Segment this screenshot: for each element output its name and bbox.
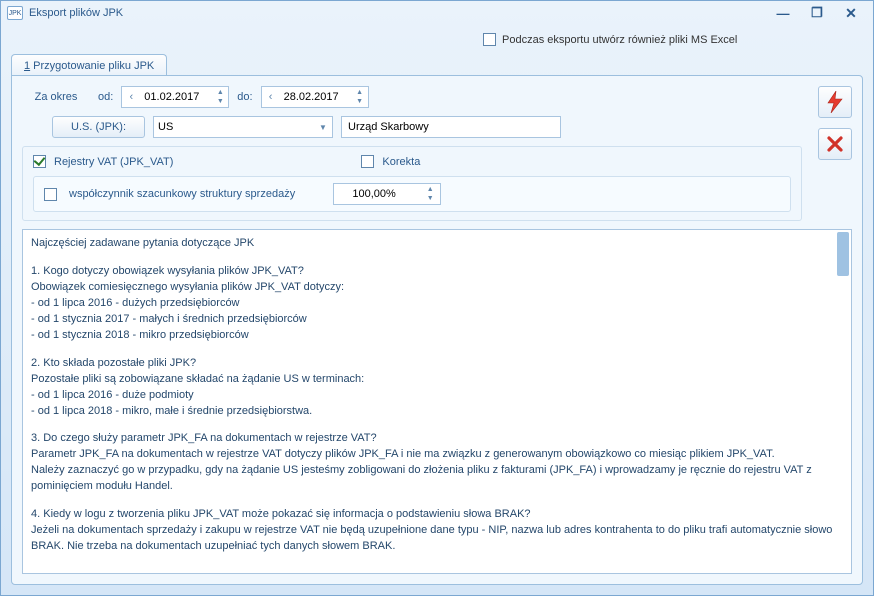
faq-q2-l2: - od 1 lipca 2016 - duże podmioty [31, 388, 843, 404]
app-window: JPK Eksport plików JPK — ❐ ✕ Podczas eks… [0, 0, 874, 596]
ratio-down[interactable]: ▼ [424, 194, 436, 203]
date-to-value: 28.02.2017 [284, 91, 339, 103]
date-from-down[interactable]: ▼ [214, 97, 226, 106]
us-name-field[interactable]: Urząd Skarbowy [341, 116, 561, 138]
date-from-up[interactable]: ▲ [214, 88, 226, 97]
vat-register-checkbox[interactable] [33, 155, 46, 168]
us-select-button[interactable]: U.S. (JPK): [52, 116, 145, 138]
ratio-value: 100,00% [352, 188, 395, 200]
us-code-value: US [158, 121, 173, 133]
faq-q1-l2: - od 1 lipca 2016 - dużych przedsiębiorc… [31, 296, 843, 312]
faq-q3-l1: Parametr JPK_FA na dokumentach w rejestr… [31, 447, 843, 463]
correction-checkbox[interactable] [361, 155, 374, 168]
ratio-label: współczynnik szacunkowy struktury sprzed… [69, 188, 295, 200]
minimize-button[interactable]: — [773, 5, 793, 21]
close-button[interactable]: ✕ [841, 5, 861, 21]
ratio-up[interactable]: ▲ [424, 185, 436, 194]
faq-q2-title: 2. Kto składa pozostałe pliki JPK? [31, 356, 843, 372]
registers-group: Rejestry VAT (JPK_VAT) Korekta współczyn… [22, 146, 802, 221]
faq-q3-title: 3. Do czego służy parametr JPK_FA na dok… [31, 431, 843, 447]
x-icon [826, 135, 844, 153]
ratio-input[interactable]: 100,00% ▲ ▼ [333, 183, 441, 205]
run-button[interactable] [818, 86, 852, 118]
date-to-picker-icon[interactable]: ‹ [264, 90, 278, 104]
scrollbar-thumb[interactable] [837, 232, 849, 276]
faq-q4-title: 4. Kiedy w logu z tworzenia pliku JPK_VA… [31, 507, 843, 523]
faq-q3-l2: Należy zaznaczyć go w przypadku, gdy na … [31, 463, 843, 495]
period-label: Za okres [22, 91, 90, 103]
date-to-up[interactable]: ▲ [354, 88, 366, 97]
tab-panel: Za okres od: ‹ 01.02.2017 ▲ ▼ do: [11, 75, 863, 585]
faq-q1-title: 1. Kogo dotyczy obowiązek wysyłania plik… [31, 264, 843, 280]
faq-q4-l1: Jeżeli na dokumentach sprzedaży i zakupu… [31, 523, 843, 555]
correction-label: Korekta [382, 156, 420, 168]
date-to-input[interactable]: ‹ 28.02.2017 ▲ ▼ [261, 86, 369, 108]
date-from-input[interactable]: ‹ 01.02.2017 ▲ ▼ [121, 86, 229, 108]
date-from-picker-icon[interactable]: ‹ [124, 90, 138, 104]
app-icon: JPK [7, 6, 23, 20]
export-excel-checkbox[interactable] [483, 33, 496, 46]
us-code-combo[interactable]: US ▼ [153, 116, 333, 138]
maximize-button[interactable]: ❐ [807, 5, 827, 21]
export-excel-label: Podczas eksportu utwórz również pliki MS… [502, 34, 737, 46]
faq-text[interactable]: Najczęściej zadawane pytania dotyczące J… [22, 229, 852, 574]
us-name-value: Urząd Skarbowy [348, 121, 429, 133]
date-to-down[interactable]: ▼ [354, 97, 366, 106]
window-title: Eksport plików JPK [29, 7, 123, 19]
tab-prepare-jpk[interactable]: 1 Przygotowanie pliku JPK [11, 54, 167, 76]
faq-q1-l1: Obowiązek comiesięcznego wysyłania plikó… [31, 280, 843, 296]
from-label: od: [98, 91, 113, 103]
titlebar[interactable]: JPK Eksport plików JPK — ❐ ✕ [1, 1, 873, 25]
tab-label: Przygotowanie pliku JPK [30, 60, 154, 72]
faq-q1-l3: - od 1 stycznia 2017 - małych i średnich… [31, 312, 843, 328]
cancel-button[interactable] [818, 128, 852, 160]
to-label: do: [237, 91, 252, 103]
faq-heading: Najczęściej zadawane pytania dotyczące J… [31, 236, 843, 252]
dropdown-icon[interactable]: ▼ [316, 120, 330, 134]
lightning-icon [826, 91, 844, 113]
ratio-checkbox[interactable] [44, 188, 57, 201]
date-from-value: 01.02.2017 [144, 91, 199, 103]
faq-q2-l1: Pozostałe pliki są zobowiązane składać n… [31, 372, 843, 388]
faq-q2-l3: - od 1 lipca 2018 - mikro, małe i średni… [31, 404, 843, 420]
vat-register-label: Rejestry VAT (JPK_VAT) [54, 156, 173, 168]
faq-q1-l4: - od 1 stycznia 2018 - mikro przedsiębio… [31, 328, 843, 344]
